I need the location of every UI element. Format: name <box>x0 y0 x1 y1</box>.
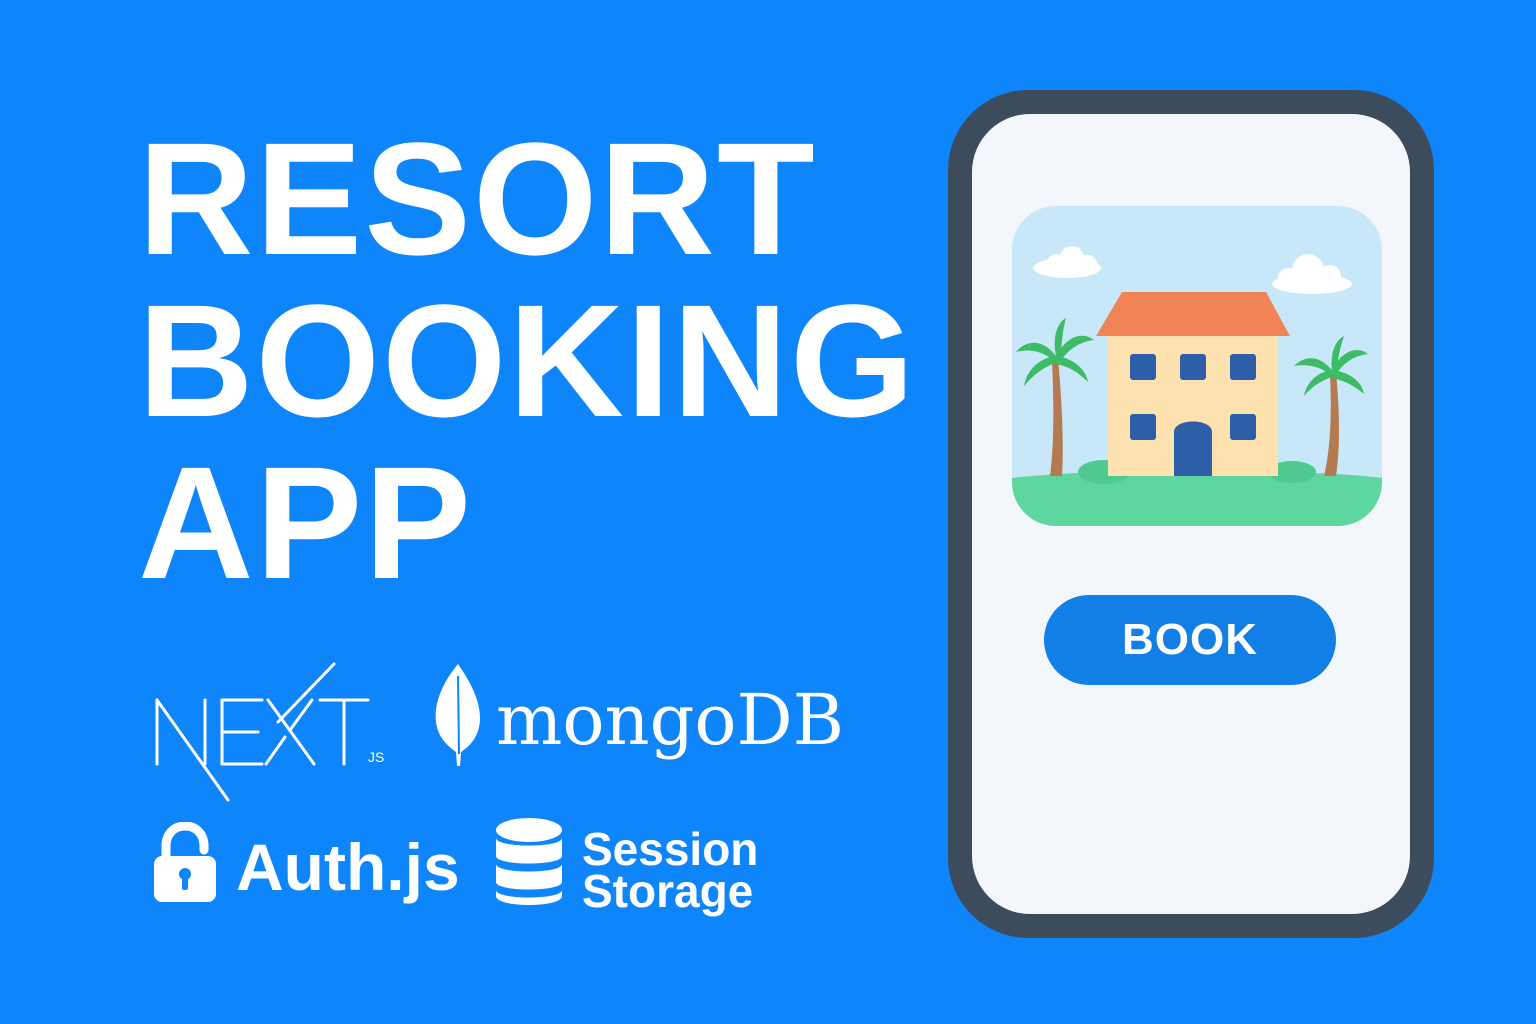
app-title: RESORT BOOKING APP <box>138 118 916 604</box>
authjs-label: Auth.js <box>236 830 460 904</box>
session-storage-label: Session Storage <box>582 823 759 917</box>
mongodb-leaf-icon <box>435 664 480 766</box>
book-button[interactable]: BOOK <box>1044 595 1336 685</box>
mongodb-wordmark: mongoDB <box>496 679 845 761</box>
session-storage-logo: Session Storage <box>494 814 784 924</box>
authjs-logo: Auth.js <box>150 820 470 910</box>
phone-screen: BOOK <box>972 114 1410 914</box>
resort-building-icon <box>1096 292 1290 476</box>
session-storage-line-1: Session <box>582 823 759 875</box>
resort-illustration-icon <box>1012 206 1382 526</box>
nextjs-suffix: JS <box>368 749 384 765</box>
session-storage-line-2: Storage <box>582 865 754 917</box>
nextjs-wordmark-icon: JS <box>155 662 384 802</box>
database-icon <box>496 818 562 905</box>
title-line-1: RESORT <box>138 109 817 288</box>
nextjs-logo: JS <box>150 662 400 802</box>
resort-image <box>1012 206 1382 526</box>
title-line-3: APP <box>138 433 473 612</box>
padlock-icon <box>154 822 216 902</box>
mongodb-logo: mongoDB <box>432 662 845 772</box>
phone-mockup: BOOK <box>948 90 1434 938</box>
title-line-2: BOOKING <box>138 271 917 450</box>
